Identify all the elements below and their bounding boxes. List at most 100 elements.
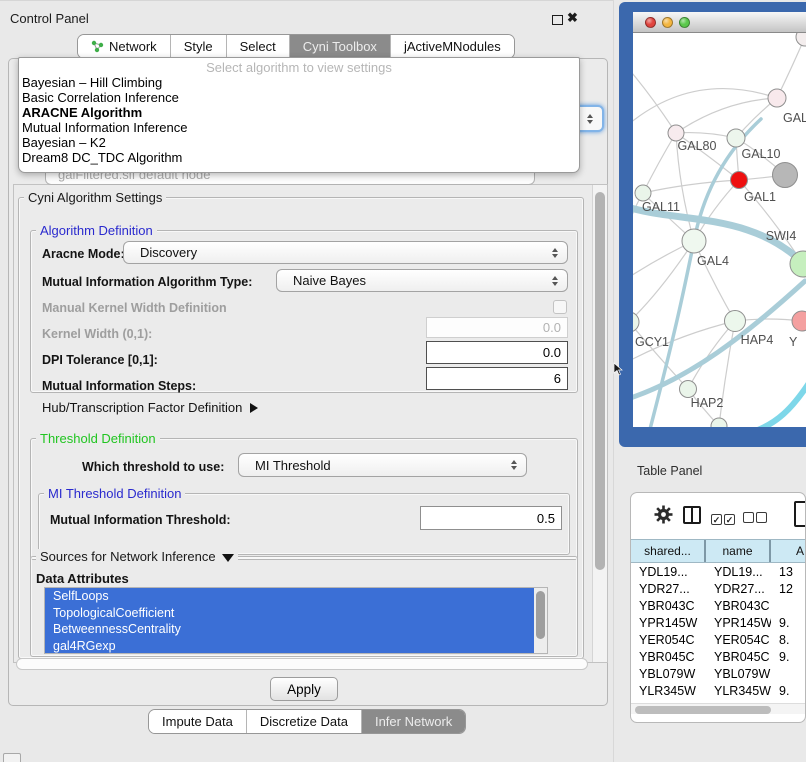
table-row[interactable]: YPR145WYPR145W9. [631,614,806,631]
scrollbar-thumb[interactable] [536,591,545,639]
tab-impute-data[interactable]: Impute Data [149,710,246,733]
hub-section-header[interactable]: Hub/Transcription Factor Definition [42,400,258,415]
dpi-tolerance-field[interactable]: 0.0 [426,341,568,364]
mi-type-combo[interactable]: Naive Bayes [276,269,568,292]
column-header-name[interactable]: name [706,540,771,562]
tab-label: Select [240,39,276,54]
network-canvas[interactable]: GALGAL80GAL10GAL1GAL11GAL4SWI4GCY1HAP4YH… [633,33,806,427]
table-cell: YER054C [631,633,706,647]
algorithm-option[interactable]: Mutual Information Inference [22,120,576,135]
application-window: Control Panel ✖ NetworkStyleSelectCyni T… [0,0,806,762]
close-traffic-light-icon[interactable] [645,17,656,28]
network-edge[interactable] [676,98,777,133]
close-icon[interactable]: ✖ [567,10,578,26]
column-browser-icon[interactable] [683,506,701,524]
spinner-icon [552,248,558,258]
tab-network[interactable]: Network [78,35,170,58]
table-row[interactable]: YBR043CYBR043C [631,597,806,614]
network-edge[interactable] [643,180,739,193]
node-Y-partial[interactable] [792,311,806,331]
which-threshold-combo[interactable]: MI Threshold [238,453,527,477]
table-cell: YBL079W [631,667,706,681]
attribute-list-item[interactable]: TopologicalCoefficient [45,605,536,622]
table-panel-title: Table Panel [637,464,702,478]
manual-kernel-label: Manual Kernel Width Definition [42,301,227,315]
threshold-definition-title: Threshold Definition [36,431,160,446]
attribute-list-item[interactable]: gal4RGexp [45,638,536,655]
node-GAL10[interactable] [727,129,745,147]
column-header-A[interactable]: A [771,540,806,562]
window-titlebar[interactable] [633,12,806,33]
tab-label: Style [184,39,213,54]
network-edge[interactable] [694,241,735,321]
scrollbar-thumb[interactable] [635,706,771,714]
kernel-width-field[interactable]: 0.0 [426,317,568,338]
node-GAL11[interactable] [635,185,651,201]
apply-button[interactable]: Apply [270,677,338,701]
node-gal-partial[interactable] [768,89,786,107]
network-view-window[interactable]: GALGAL80GAL10GAL1GAL11GAL4SWI4GCY1HAP4YH… [619,2,806,447]
deselect-all-columns-icon[interactable] [743,510,769,528]
algorithm-option[interactable]: ARACNE Algorithm [22,105,576,120]
dpi-tolerance-label: DPI Tolerance [0,1]: [42,353,158,367]
algorithm-option[interactable]: Bayesian – Hill Climbing [22,75,576,90]
table-rows: YDL19...YDL19...13YDR27...YDR27...12YBR0… [631,563,806,703]
list-scrollbar[interactable] [534,588,547,653]
algorithm-option[interactable]: Dream8 DC_TDC Algorithm [22,150,576,165]
tab-infer-network[interactable]: Infer Network [361,710,465,733]
table-row[interactable]: YLR345WYLR345W9. [631,682,806,699]
network-edge[interactable] [643,133,676,193]
table-row[interactable]: YBL079WYBL079W [631,665,806,682]
table-row[interactable]: YDL19...YDL19...13 [631,563,806,580]
node-GAL4[interactable] [682,229,706,253]
mi-steps-label: Mutual Information Steps: [42,379,196,393]
node-GAL1[interactable] [731,172,748,189]
table-row[interactable]: YBR045CYBR045C9. [631,648,806,665]
aracne-mode-combo[interactable]: Discovery [123,241,568,264]
minimize-traffic-light-icon[interactable] [662,17,673,28]
vertical-scrollbar[interactable] [592,185,607,662]
gear-icon[interactable] [654,505,673,524]
column-header-shared[interactable]: shared... [631,540,706,562]
node-gray[interactable] [773,163,798,188]
network-edge[interactable] [633,67,676,133]
table-row[interactable]: YER054CYER054C8. [631,631,806,648]
minimized-panel-icon[interactable] [3,753,21,762]
mi-steps-field[interactable]: 6 [426,367,568,390]
table-row[interactable]: YDR27...YDR27...12 [631,580,806,597]
attribute-list-item[interactable]: BetweennessCentrality [45,621,536,638]
node-label-GAL4: GAL4 [697,254,729,268]
dock-divider[interactable] [613,0,614,762]
manual-kernel-checkbox[interactable] [553,300,567,314]
float-window-icon[interactable] [552,15,563,25]
scrollbar-thumb[interactable] [595,192,605,570]
algorithm-option[interactable]: Basic Correlation Inference [22,90,576,105]
network-edge[interactable] [633,322,688,389]
tab-cyni-toolbox[interactable]: Cyni Toolbox [289,35,390,58]
tab-style[interactable]: Style [170,35,226,58]
algorithm-option[interactable]: Bayesian – K2 [22,135,576,150]
network-edge[interactable] [749,383,806,427]
attribute-list-item[interactable]: SelfLoops [45,588,536,605]
node-GCY1[interactable] [633,312,639,332]
table-horizontal-scrollbar[interactable] [631,703,805,714]
node-label-HAP2: HAP2 [691,396,724,410]
zoom-traffic-light-icon[interactable] [679,17,690,28]
tab-select[interactable]: Select [226,35,289,58]
horizontal-scrollbar[interactable] [16,658,588,670]
sources-header[interactable]: Sources for Network Inference [36,549,238,564]
aracne-mode-label: Aracne Mode: [42,247,125,261]
bottom-tab-bar: Impute DataDiscretize DataInfer Network [148,709,466,734]
network-edge[interactable] [777,37,805,98]
tab-discretize-data[interactable]: Discretize Data [246,710,361,733]
node-HAP4[interactable] [725,311,746,332]
import-table-icon[interactable] [794,501,806,527]
table-cell: YPR145W [631,616,706,630]
node-HAP2[interactable] [680,381,697,398]
mi-threshold-field[interactable]: 0.5 [420,506,562,530]
data-attributes-list[interactable]: SelfLoopsTopologicalCoefficientBetweenne… [44,587,548,654]
select-all-columns-icon[interactable]: ✓✓ [711,510,737,528]
node-top-partial[interactable] [796,33,806,46]
tab-jactivemnodules[interactable]: jActiveMNodules [390,35,514,58]
table-cell: 9. [771,684,806,698]
